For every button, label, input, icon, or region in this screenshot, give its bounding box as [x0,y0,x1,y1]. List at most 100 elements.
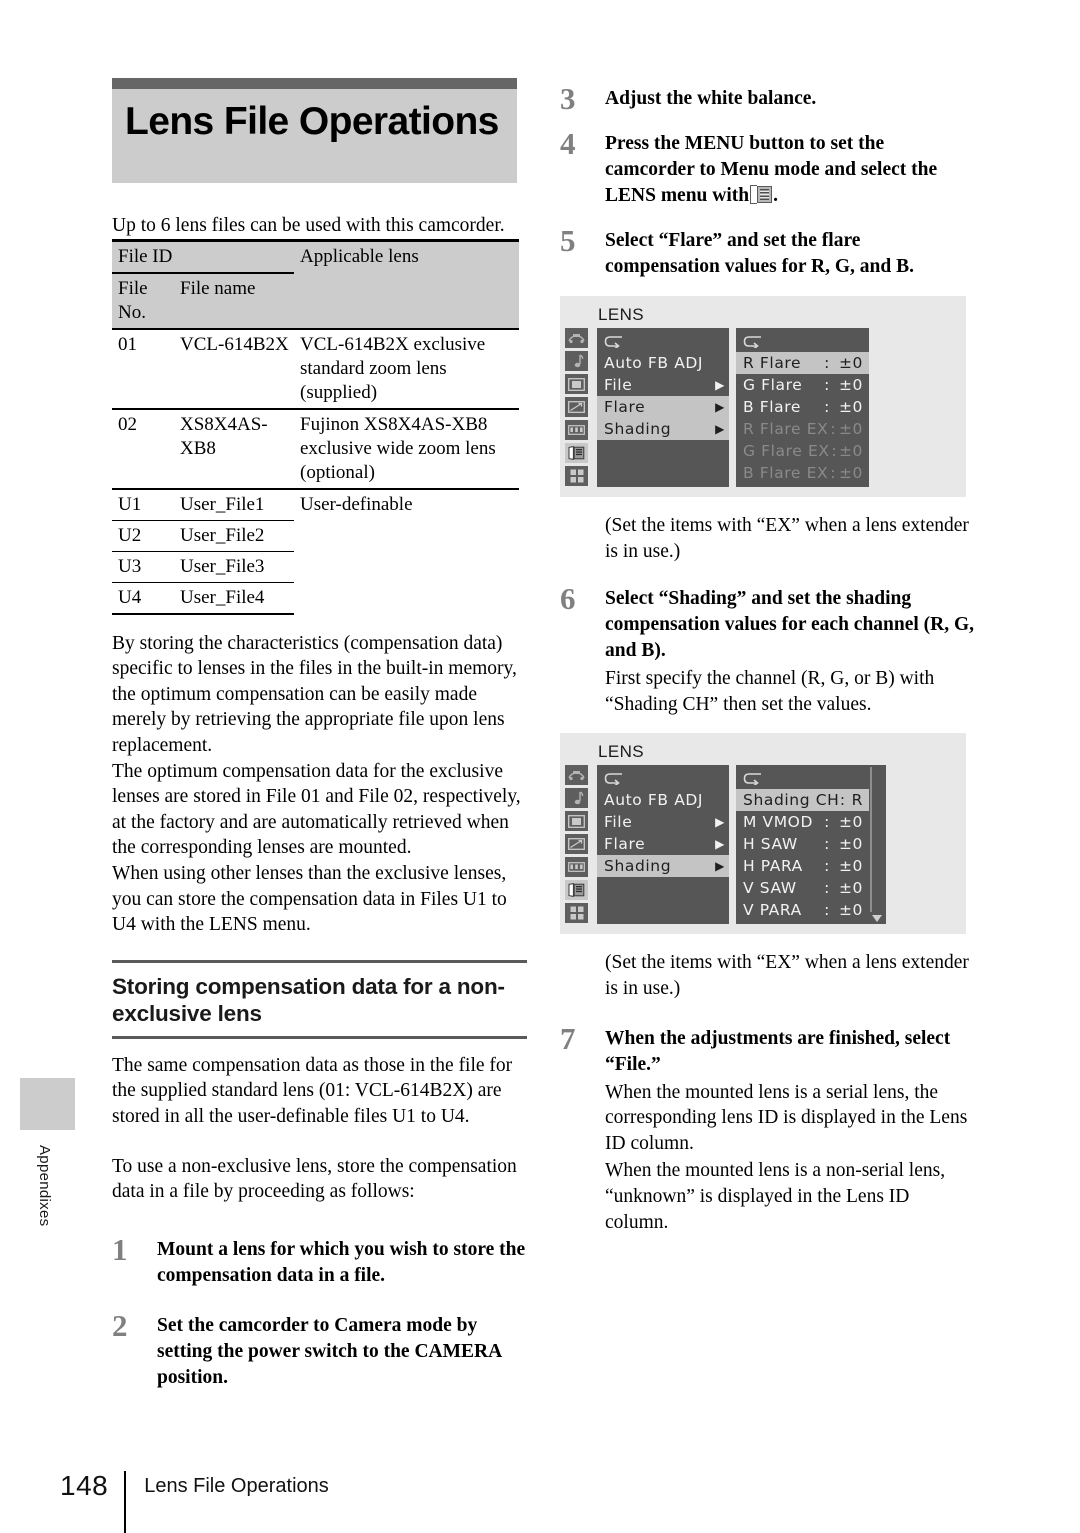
step-7-number: 7 [560,1020,576,1056]
osd-item-label: Auto FB ADJ [604,791,704,810]
osd-setting-v-saw[interactable]: V SAW : ±0 [736,877,869,899]
osd-item-label: Flare [604,398,646,416]
timecode-icon[interactable] [565,420,588,440]
cell-file-name: User_File3 [174,550,294,583]
table-header-file-id: File ID [112,238,294,274]
cell-file-no: U1 [112,487,174,521]
screen-display-icon[interactable] [565,834,588,855]
osd-menu-item-file[interactable]: File ▶ [597,811,729,833]
step-3-text: Adjust the white balance. [605,88,817,109]
osd-setting-label: B Flare [743,398,802,416]
intro-paragraph: Up to 6 lens files can be used with this… [112,215,505,236]
osd-setting-label: V SAW [743,879,797,898]
osd-setting-label: G Flare EX [743,442,830,460]
osd-back-arrow-icon[interactable] [597,330,729,352]
osd-setting-colon: : [824,813,830,832]
osd-setting-label: H SAW [743,835,798,854]
osd-flare-left-panel: Auto FB ADJ File ▶ Flare ▶ Shading ▶ [597,328,729,487]
osd-item-label: File [604,813,633,832]
osd-menu-item-shading[interactable]: Shading ▶ [597,418,729,440]
osd-menu-item-file[interactable]: File ▶ [597,374,729,396]
osd-setting-label: Shading CH [743,791,840,810]
osd-item-label: File [604,376,633,394]
step-2-number: 2 [112,1307,128,1343]
osd-menu-item-auto-fb-adj[interactable]: Auto FB ADJ [597,789,729,811]
video-film-icon[interactable] [565,811,588,832]
osd-setting-colon: : [824,398,830,416]
camera-icon[interactable] [565,328,588,348]
step-4-text: Press the MENU button to set the camcord… [605,131,975,209]
osd-menu-item-auto-fb-adj[interactable]: Auto FB ADJ [597,352,729,374]
osd-setting-value: ±0 [838,376,863,394]
osd-setting-shading-ch[interactable]: Shading CH : R [736,789,869,812]
osd-flare-title: LENS [598,305,645,324]
footer-title: Lens File Operations [144,1474,329,1497]
osd-setting-colon: : [830,464,837,482]
table-row: U1 User_File1 User-definable [112,487,519,614]
left-column: Lens File Operations Up to 6 lens files … [112,78,527,1391]
step-4-text-after: . [773,185,778,206]
osd-item-label: Auto FB ADJ [604,354,704,372]
osd-shading-title: LENS [598,742,645,762]
osd-setting-label: R Flare EX [743,420,829,438]
grid-icon[interactable] [565,466,588,486]
paragraph-storing-characteristics: By storing the characteristics (compensa… [112,632,517,756]
appendix-tab-label: Appendixes [36,1145,53,1227]
video-film-icon[interactable] [565,374,588,394]
osd-setting-m-vmod[interactable]: M VMOD : ±0 [736,811,869,833]
cell-file-name: User_File1 [174,487,294,521]
grid-icon[interactable] [565,903,588,924]
osd-setting-b-flare-ex: B Flare EX : ±0 [736,462,869,484]
cell-lens: User-definable [294,487,519,614]
osd-setting-h-para[interactable]: H PARA : ±0 [736,855,869,877]
chevron-right-icon: ▶ [715,815,725,830]
audio-note-icon[interactable] [565,351,588,371]
osd-setting-label: G Flare [743,376,803,394]
osd-setting-label: R Flare [743,354,802,372]
osd-menu-item-flare[interactable]: Flare ▶ [597,833,729,855]
osd-setting-colon: : [839,791,846,810]
screen-display-icon[interactable] [565,397,588,417]
section-heading: Storing compensation data for a non-excl… [112,973,505,1026]
osd-scrollbar[interactable] [869,765,886,925]
lens-icon[interactable] [565,443,588,463]
osd-setting-r-flare[interactable]: R Flare : ±0 [736,352,869,374]
osd-back-arrow-icon[interactable] [736,330,869,352]
paragraph-other-lenses: When using other lenses than the exclusi… [112,862,507,936]
osd-setting-colon: : [824,376,830,394]
osd-item-label: Flare [604,835,646,854]
osd-setting-v-para[interactable]: V PARA : ±0 [736,899,869,921]
cell-lens: Fujinon XS8X4AS-XB8 exclusive wide zoom … [294,407,519,489]
osd-shading-right-panel: Shading CH : R M VMOD : ±0 H SAW : ±0 H … [736,765,869,925]
osd-back-arrow-icon[interactable] [597,767,729,789]
osd-menu-item-shading[interactable]: Shading ▶ [597,855,729,878]
paragraph-same-compensation: The same compensation data as those in t… [112,1054,513,1127]
step-7-subtext-serial: When the mounted lens is a serial lens, … [605,1081,968,1154]
camera-icon[interactable] [565,765,588,786]
step-4-number: 4 [560,126,576,161]
osd-lens-shading-menu: LENS Auto FB ADJ File ▶ Flare ▶ Shading … [560,733,966,935]
paragraph-to-use-nonexclusive: To use a non-exclusive lens, store the c… [112,1155,517,1203]
table-header-file-name: File name [174,272,294,329]
osd-menu-item-flare[interactable]: Flare ▶ [597,396,729,418]
lens-file-table: File ID Applicable lens File No. File na… [112,238,519,615]
note-ex-items-1: (Set the items with “EX” when a lens ext… [605,515,969,562]
table-header-file-no: File No. [112,272,174,329]
lens-icon[interactable] [565,880,588,901]
cell-file-name: User_File4 [174,581,294,615]
osd-setting-b-flare[interactable]: B Flare : ±0 [736,396,869,418]
step-7-subtext-nonserial: When the mounted lens is a non-serial le… [605,1160,946,1233]
osd-setting-colon: : [824,901,830,920]
footer-divider [124,1471,127,1533]
osd-back-arrow-icon[interactable] [736,767,869,789]
chevron-right-icon: ▶ [715,859,725,874]
osd-setting-h-saw[interactable]: H SAW : ±0 [736,833,869,855]
osd-setting-value: ±0 [838,879,863,898]
timecode-icon[interactable] [565,857,588,878]
osd-setting-value: ±0 [838,464,863,482]
cell-file-no: U3 [112,550,174,583]
audio-note-icon[interactable] [565,788,588,809]
scroll-down-arrow-icon[interactable] [872,915,882,923]
osd-setting-label: V PARA [743,901,802,920]
osd-setting-g-flare[interactable]: G Flare : ±0 [736,374,869,396]
